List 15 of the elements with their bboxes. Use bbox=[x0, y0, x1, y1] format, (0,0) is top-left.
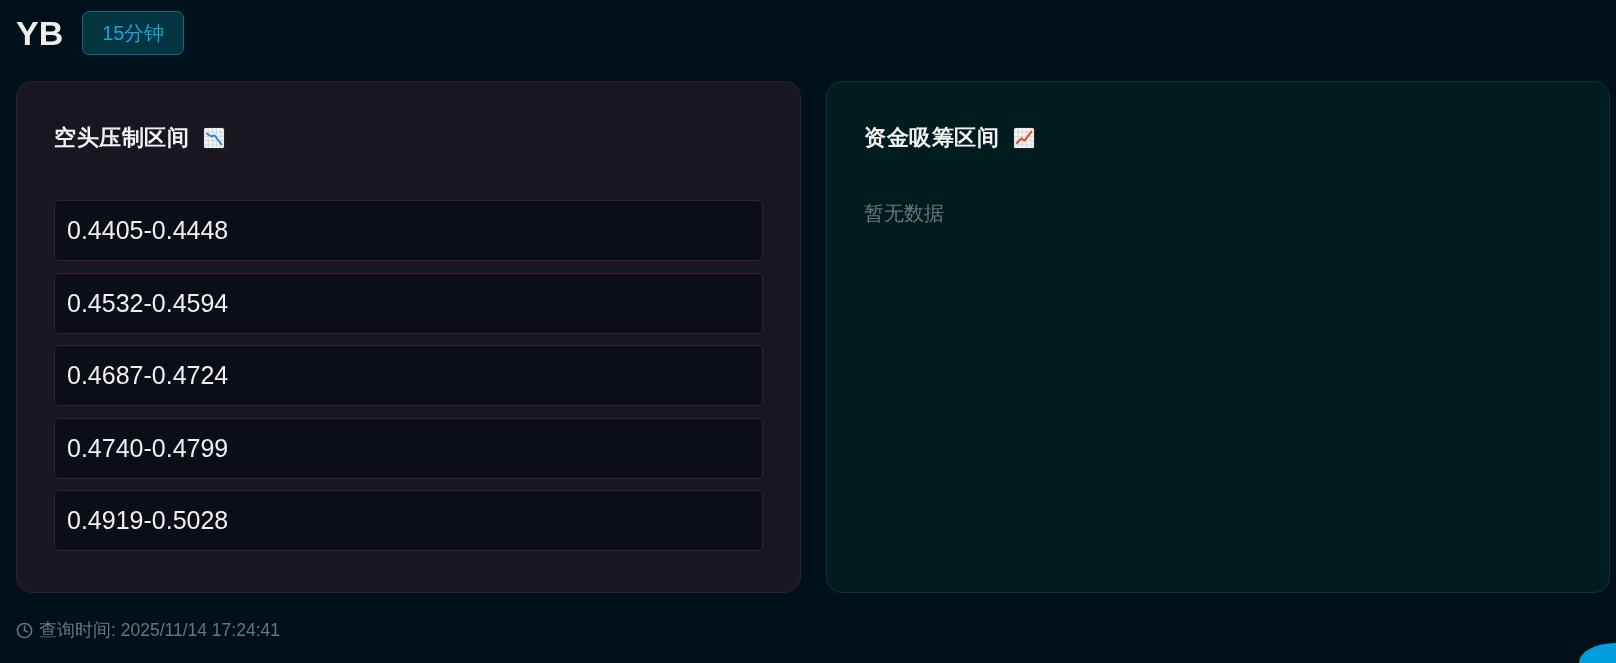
price-range-row: 0.4532-0.4594 bbox=[54, 272, 763, 334]
empty-message: 暂无数据 bbox=[864, 201, 944, 226]
interval-badge[interactable]: 15分钟 bbox=[82, 11, 185, 55]
query-time-text: 查询时间: 2025/11/14 17:24:41 bbox=[39, 619, 280, 642]
price-range-row: 0.4405-0.4448 bbox=[54, 200, 763, 261]
card-title: 资金吸筹区间 bbox=[864, 124, 1000, 152]
card-title: 空头压制区间 bbox=[54, 124, 190, 152]
chart-down-icon bbox=[202, 127, 225, 149]
symbol-title: YB bbox=[16, 16, 64, 50]
chart-up-icon bbox=[1012, 127, 1035, 149]
clock-icon bbox=[16, 621, 33, 639]
price-range-row: 0.4687-0.4724 bbox=[54, 345, 763, 406]
price-range-row: 0.4740-0.4799 bbox=[54, 417, 763, 479]
floating-button[interactable] bbox=[1579, 643, 1616, 663]
price-range-row: 0.4919-0.5028 bbox=[54, 490, 763, 551]
